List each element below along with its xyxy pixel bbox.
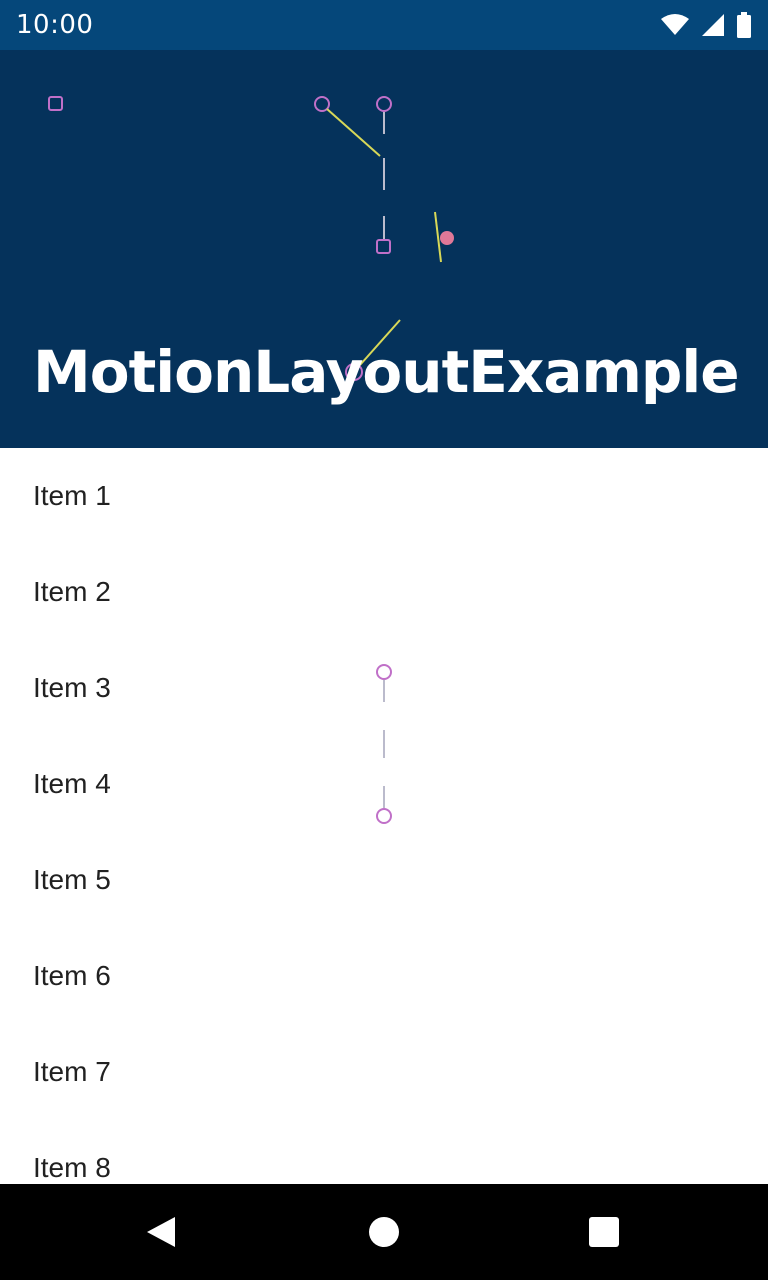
list-item[interactable]: Item 2: [0, 544, 768, 640]
page-title: MotionLayoutExample: [33, 338, 740, 406]
cellular-signal-icon: [702, 14, 724, 36]
list-item[interactable]: Item 3: [0, 640, 768, 736]
wifi-icon: [661, 14, 689, 35]
status-time: 10:00: [16, 10, 94, 40]
recents-icon: [589, 1217, 619, 1247]
status-bar: 10:00: [0, 0, 768, 50]
motion-path: [326, 108, 381, 157]
keyframe-marker: [314, 96, 330, 112]
home-icon: [369, 1217, 399, 1247]
list-item[interactable]: Item 1: [0, 448, 768, 544]
list-item[interactable]: Item 8: [0, 1120, 768, 1184]
status-icons: [660, 12, 752, 38]
list-item[interactable]: Item 4: [0, 736, 768, 832]
collapsing-header: MotionLayoutExample: [0, 50, 768, 448]
list-item[interactable]: Item 6: [0, 928, 768, 1024]
list-item[interactable]: Item 5: [0, 832, 768, 928]
back-icon: [147, 1217, 175, 1247]
keyframe-marker: [376, 239, 391, 254]
home-button[interactable]: [336, 1184, 432, 1280]
list-item[interactable]: Item 7: [0, 1024, 768, 1120]
keyframe-marker: [48, 96, 63, 111]
recents-button[interactable]: [556, 1184, 652, 1280]
battery-icon: [737, 12, 751, 38]
keyframe-marker: [376, 96, 392, 112]
navigation-bar: [0, 1184, 768, 1280]
back-button[interactable]: [113, 1184, 209, 1280]
keyframe-marker: [440, 231, 454, 245]
item-list[interactable]: Item 1 Item 2 Item 3 Item 4 Item 5 Item …: [0, 448, 768, 1184]
